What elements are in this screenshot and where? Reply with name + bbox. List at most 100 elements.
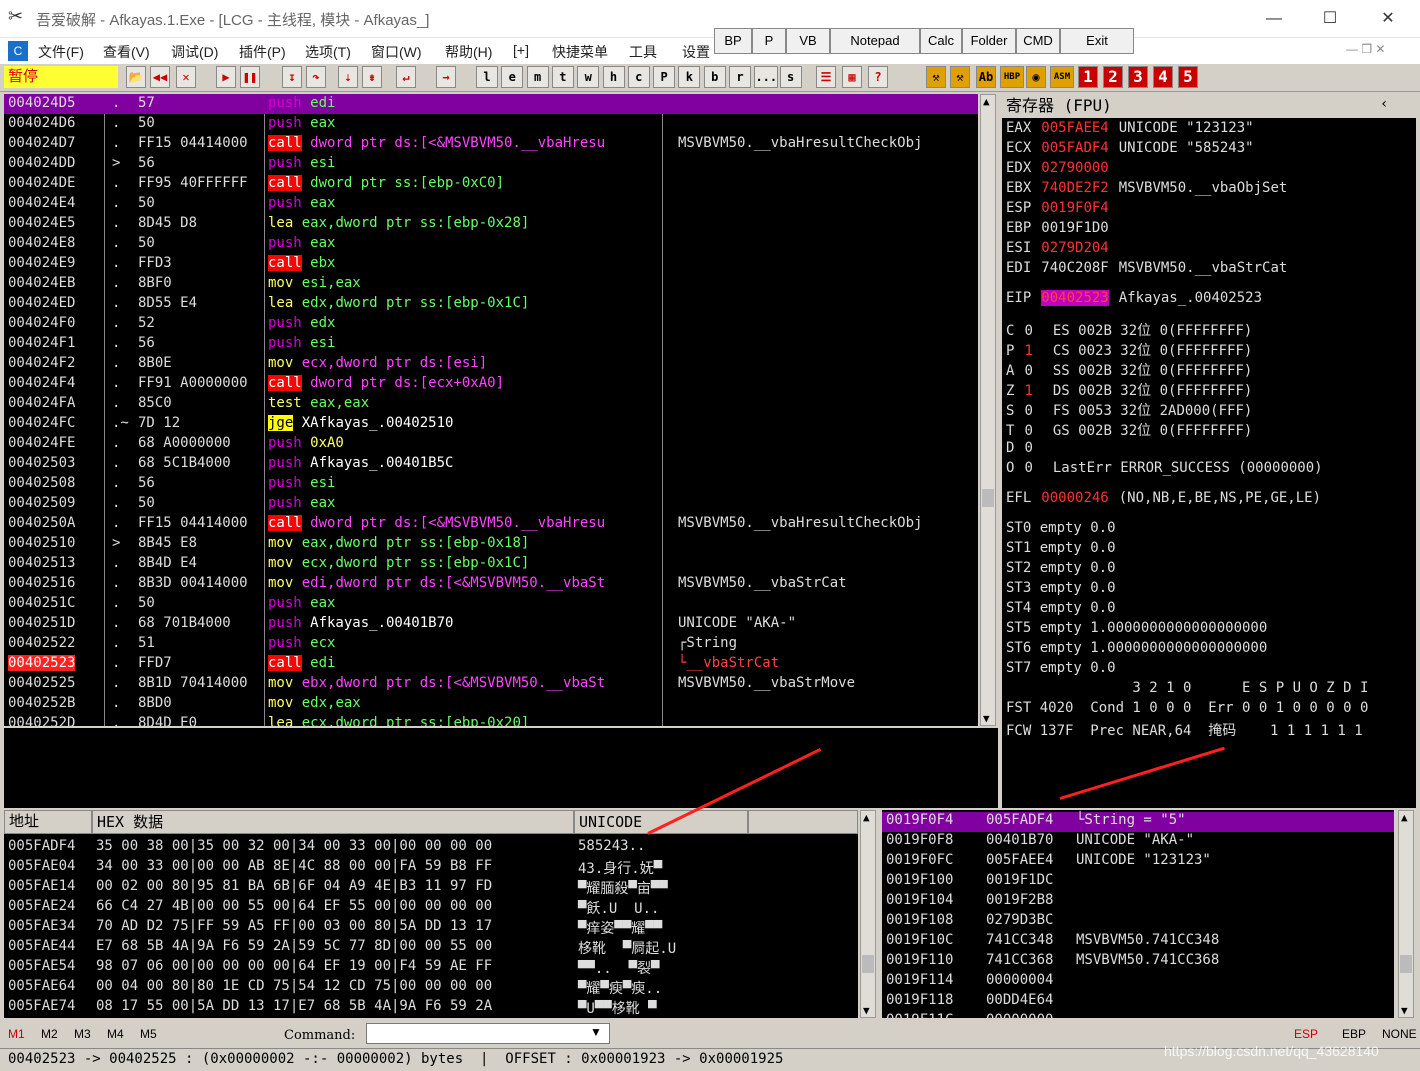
fpu-row[interactable]: ST0 empty 0.0 (1006, 520, 1116, 540)
stack-row[interactable]: 0019F118 00DD4E64 (882, 992, 1394, 1012)
menu-item[interactable]: 调试(D) (171, 42, 218, 62)
toolbar-window-c[interactable]: c (627, 66, 650, 88)
open-icon[interactable]: 📂 (126, 66, 146, 88)
menu-app-icon[interactable]: C (8, 41, 28, 61)
fpu-row[interactable]: ST4 empty 0.0 (1006, 600, 1116, 620)
stack-pane[interactable]: 0019F0F4 005FADF4 └String = "5" 0019F0F8 004… (882, 810, 1394, 1018)
stack-row[interactable]: 0019F0FC 005FAEE4 UNICODE "123123" (882, 852, 1394, 872)
toolbar-window-m[interactable]: m (526, 66, 549, 88)
dump-row[interactable]: 005FAE24 66 C4 27 4B|00 00 55 00|64 EF 55… (4, 898, 858, 918)
trace-over-icon[interactable]: ⇟ (362, 66, 382, 88)
scroll-down-icon[interactable]: ▼ (1401, 1004, 1408, 1017)
register-row[interactable]: ESI 0279D204 (1006, 240, 1119, 260)
disasm-row[interactable]: 004024EB. 8BF0 mov esi,eax (4, 274, 978, 294)
help-icon[interactable]: ? (868, 66, 888, 88)
plugin-icon-2[interactable]: ⚒ (950, 66, 970, 88)
dump-scrollbar[interactable]: ▲ ▼ (860, 810, 876, 1018)
disasm-row[interactable]: 0040251D. 68 701B4000 push Afkayas_.00401B… (4, 614, 978, 634)
eip-row[interactable]: EIP 00402523 Afkayas_.00402523 (1006, 290, 1262, 310)
scroll-up-icon[interactable]: ▲ (1401, 811, 1408, 824)
toolbar-window-e[interactable]: e (501, 66, 524, 88)
register-row[interactable]: ESP 0019F0F4 (1006, 200, 1119, 220)
scroll-down-icon[interactable]: ▼ (863, 1004, 870, 1017)
flag-row[interactable]: D0 (1006, 440, 1053, 460)
fpu-status-row[interactable]: 3 2 1 0 E S P U O Z D I (1006, 680, 1368, 700)
menu-item[interactable]: 查看(V) (103, 42, 150, 62)
menu-item[interactable]: 选项(T) (305, 42, 351, 62)
fpu-status-row[interactable]: FCW 137F Prec NEAR,64 掩码 1 1 1 1 1 1 (1006, 720, 1363, 740)
menu-item[interactable]: 工具 (629, 42, 657, 62)
disasm-row[interactable]: 004024F2. 8B0E mov ecx,dword ptr ds:[esi] (4, 354, 978, 374)
stack-row[interactable]: 0019F11C 00000000 (882, 1012, 1394, 1018)
toolbar-window-t[interactable]: t (551, 66, 574, 88)
plugin-icon-1[interactable]: ⚒ (926, 66, 946, 88)
dump-header-unicode[interactable]: UNICODE (574, 810, 748, 834)
chevron-down-icon[interactable]: ▼ (590, 1025, 602, 1039)
disasm-row[interactable]: 004024F0. 52 push edx (4, 314, 978, 334)
menu-item[interactable]: 窗口(W) (371, 42, 422, 62)
cmd-right-button-none[interactable]: NONE (1382, 1027, 1417, 1041)
toolbar-num-4[interactable]: 4 (1153, 66, 1173, 88)
register-row[interactable]: EDI 740C208F MSVBVM50.__vbaStrCat (1006, 260, 1287, 280)
step-over-icon[interactable]: ↷ (306, 66, 326, 88)
rewind-icon[interactable]: ◀◀ (150, 66, 170, 88)
plugin-button-folder[interactable]: Folder (962, 28, 1016, 54)
disassembly-scrollbar[interactable]: ▲ ▼ (980, 94, 996, 726)
toolbar-window-P[interactable]: P (653, 66, 676, 88)
cmd-right-button-esp[interactable]: ESP (1294, 1027, 1318, 1041)
dump-row[interactable]: 005FAE64 00 04 00 80|80 1E CD 75|54 12 CD… (4, 978, 858, 998)
stack-row[interactable]: 0019F114 00000004 (882, 972, 1394, 992)
fpu-row[interactable]: ST1 empty 0.0 (1006, 540, 1116, 560)
menu-item[interactable]: 快捷菜单 (552, 42, 608, 62)
registers-header[interactable]: 寄存器 (FPU) (1002, 94, 1416, 118)
stack-row[interactable]: 0019F100 0019F1DC (882, 872, 1394, 892)
plugin-button-notepad[interactable]: Notepad (830, 28, 920, 54)
toolbar-window-more[interactable]: ... (754, 66, 779, 88)
registers-pane[interactable]: 寄存器 (FPU) ‹ EAX 005FAEE4 UNICODE "123123" E… (1002, 94, 1416, 808)
bookmark-m3[interactable]: M3 (74, 1027, 91, 1041)
plugin-button-exit[interactable]: Exit (1060, 28, 1134, 54)
scroll-up-icon[interactable]: ▲ (863, 811, 870, 824)
stack-scrollbar[interactable]: ▲ ▼ (1398, 810, 1414, 1018)
stack-row[interactable]: 0019F110 741CC368 MSVBVM50.741CC368 (882, 952, 1394, 972)
cmd-right-button-ebp[interactable]: EBP (1342, 1027, 1366, 1041)
toolbar-num-1[interactable]: 1 (1078, 66, 1098, 88)
menu-item[interactable]: 文件(F) (38, 42, 84, 62)
flag-row[interactable]: A 0 SS 002B 32位 0(FFFFFFFF) (1006, 360, 1252, 380)
close-button[interactable]: ✕ (1368, 6, 1408, 32)
stack-row[interactable]: 0019F104 0019F2B8 (882, 892, 1394, 912)
toolbar-window-r[interactable]: r (729, 66, 751, 88)
disasm-row[interactable]: 0040251C. 50 push eax (4, 594, 978, 614)
dump-row[interactable]: 005FADF4 35 00 38 00|35 00 32 00|34 00 33… (4, 838, 858, 858)
maximize-button[interactable]: ☐ (1310, 6, 1350, 32)
stack-row[interactable]: 0019F0F8 00401B70 UNICODE "AKA-" (882, 832, 1394, 852)
dump-header-hex[interactable]: HEX 数据 (92, 810, 574, 834)
minimize-button[interactable]: — (1254, 6, 1294, 32)
scroll-thumb[interactable] (1400, 955, 1412, 973)
toolbar-window-k[interactable]: k (678, 66, 701, 88)
dump-row[interactable]: 005FAE44 E7 68 5B 4A|9A F6 59 2A|59 5C 77… (4, 938, 858, 958)
menu-item[interactable]: 帮助(H) (445, 42, 492, 62)
register-row[interactable]: EBP 0019F1D0 (1006, 220, 1119, 240)
scroll-thumb[interactable] (862, 955, 874, 973)
plugin-button-vb[interactable]: VB (786, 28, 830, 54)
plugin-button-p[interactable]: P (752, 28, 786, 54)
menu-item[interactable]: 设置 (682, 42, 710, 62)
disasm-row[interactable]: 00402510 >8B45 E8 mov eax,dword ptr ss:[eb… (4, 534, 978, 554)
flag-row[interactable]: Z 1 DS 002B 32位 0(FFFFFFFF) (1006, 380, 1252, 400)
fpu-status-row[interactable]: FST 4020 Cond 1 0 0 0 Err 0 0 1 0 0 0 0 … (1006, 700, 1368, 720)
trace-into-icon[interactable]: ⇣ (338, 66, 358, 88)
toolbar-window-b[interactable]: b (703, 66, 726, 88)
goto-icon[interactable]: → (436, 66, 456, 88)
disasm-row[interactable]: 00402525. 8B1D 70414000 mov ebx,dword ptr … (4, 674, 978, 694)
stack-row[interactable]: 0019F0F4 005FADF4 └String = "5" (882, 812, 1394, 832)
dump-row[interactable]: 005FAE14 00 02 00 80|95 81 BA 6B|6F 04 A9… (4, 878, 858, 898)
disasm-row[interactable]: 0040252B. 8BD0 mov edx,eax (4, 694, 978, 714)
disasm-row[interactable]: 004024ED. 8D55 E4 lea edx,dword ptr ss:[eb… (4, 294, 978, 314)
step-into-icon[interactable]: ↧ (282, 66, 302, 88)
dump-row[interactable]: 005FAE74 08 17 55 00|5A DD 13 17|E7 68 5B… (4, 998, 858, 1018)
disasm-row[interactable]: 00402523. FFD7 call edi └__vbaStrCat (4, 654, 978, 674)
disasm-row[interactable]: 004024DE. FF95 40FFFFFF call dword ptr ss:… (4, 174, 978, 194)
toolbar-window-h[interactable]: h (602, 66, 625, 88)
disasm-row[interactable]: 004024F4. FF91 A0000000 call dword ptr ds:… (4, 374, 978, 394)
